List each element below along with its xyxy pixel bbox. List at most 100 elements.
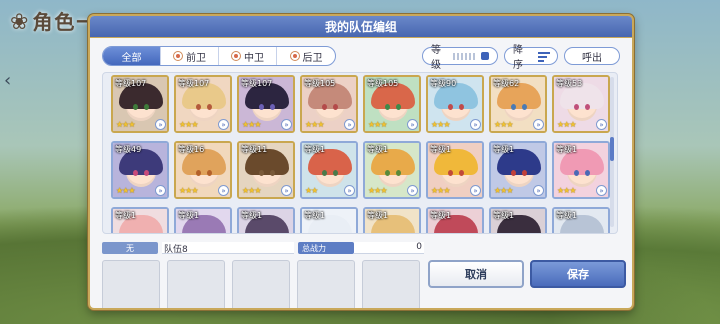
character-card[interactable]: 等级107 ★★★ » (111, 75, 169, 133)
team-slot[interactable] (297, 260, 355, 308)
star-rating: ★★★ (368, 186, 387, 195)
star-rating: ★★★ (431, 120, 450, 129)
team-slot[interactable] (362, 260, 420, 308)
character-card[interactable]: 等级1 » (489, 207, 547, 233)
character-eye (259, 170, 264, 176)
character-eye (196, 104, 201, 110)
character-card[interactable]: 等级105 ★★★ » (363, 75, 421, 133)
character-level: 等级1 (241, 211, 263, 220)
star-rating: ★★★ (368, 120, 387, 129)
roster-scrollbar[interactable] (610, 77, 614, 227)
character-level: 等级1 (367, 145, 389, 154)
character-card[interactable]: 等级62 ★★★ » (489, 75, 547, 133)
rank-icon: » (470, 119, 481, 130)
character-eye (574, 104, 579, 110)
character-eye (459, 104, 464, 110)
toolbar-right: 等级 降序 呼出 (422, 45, 620, 71)
filter-toggle-icon (481, 52, 489, 60)
character-eye (511, 170, 516, 176)
character-card[interactable]: 等级1 ★★★ » (552, 141, 610, 199)
character-level: 等级1 (556, 145, 578, 154)
middle-position-icon (231, 51, 241, 61)
character-level: 等级90 (430, 79, 457, 88)
character-card[interactable]: 等级16 ★★★ » (174, 141, 232, 199)
star-rating: ★★★ (179, 186, 198, 195)
character-level: 等级1 (556, 211, 578, 220)
background-screen-title: ❀ 角色一 (10, 6, 98, 35)
star-rating: ★★★ (242, 120, 261, 129)
character-eye (270, 170, 275, 176)
roster-scrollbar-thumb[interactable] (610, 137, 614, 161)
character-eye (522, 170, 527, 176)
star-rating: ★★★ (116, 120, 135, 129)
dialog-title: 我的队伍编组 (90, 16, 632, 38)
chevron-left-icon[interactable]: ‹ (4, 70, 18, 94)
character-card[interactable]: 等级90 ★★★ » (426, 75, 484, 133)
star-rating: ★★★ (242, 186, 261, 195)
star-rating: ★★★ (494, 120, 513, 129)
character-card[interactable]: 等级1 ★★ » (300, 141, 358, 199)
character-eye (333, 104, 338, 110)
character-level: 等级1 (304, 145, 326, 154)
team-slot[interactable] (167, 260, 225, 308)
character-card[interactable]: 等级1 » (426, 207, 484, 233)
rank-icon: » (533, 119, 544, 130)
star-rating: ★★★ (179, 120, 198, 129)
character-eye (207, 170, 212, 176)
call-out-button[interactable]: 呼出 (564, 47, 620, 65)
character-card[interactable]: 等级1 » (174, 207, 232, 233)
star-rating: ★★★ (116, 186, 135, 195)
character-eye (259, 104, 264, 110)
character-card[interactable]: 等级1 » (363, 207, 421, 233)
tab-middle[interactable]: 中卫 (219, 47, 277, 65)
tab-all[interactable]: 全部 (103, 47, 161, 65)
rank-icon: » (596, 185, 607, 196)
character-card[interactable]: 等级49 ★★★ » (111, 141, 169, 199)
character-eye (511, 104, 516, 110)
roster-grid: 等级107 ★★★ » 等级107 ★★★ » 等级107 ★★★ » 等级10… (111, 75, 610, 233)
position-tabs: 全部 前卫 中卫 后卫 (102, 46, 336, 66)
team-slots (102, 260, 420, 308)
character-card[interactable]: 等级53 ★★★ » (552, 75, 610, 133)
star-rating: ★★ (305, 186, 318, 195)
character-card[interactable]: 等级1 ★★★ » (426, 141, 484, 199)
rank-icon: » (407, 119, 418, 130)
character-card[interactable]: 等级1 » (300, 207, 358, 233)
character-level: 等级1 (304, 211, 326, 220)
save-button[interactable]: 保存 (530, 260, 626, 288)
tab-front[interactable]: 前卫 (161, 47, 219, 65)
character-card[interactable]: 等级105 ★★★ » (300, 75, 358, 133)
character-level: 等级16 (178, 145, 205, 154)
character-card[interactable]: 等级1 ★★★ » (363, 141, 421, 199)
front-position-icon (173, 51, 183, 61)
character-roster: 等级107 ★★★ » 等级107 ★★★ » 等级107 ★★★ » 等级10… (102, 72, 618, 234)
team-slot[interactable] (102, 260, 160, 308)
character-level: 等级49 (115, 145, 142, 154)
character-card[interactable]: 等级1 » (237, 207, 295, 233)
star-rating: ★★★ (305, 120, 324, 129)
level-filter-button[interactable]: 等级 (422, 45, 498, 71)
character-eye (333, 170, 338, 176)
sort-order-button[interactable]: 降序 (504, 45, 558, 71)
character-level: 等级62 (493, 79, 520, 88)
cancel-button[interactable]: 取消 (428, 260, 524, 288)
team-slot[interactable] (232, 260, 290, 308)
character-card[interactable]: 等级11 ★★★ » (237, 141, 295, 199)
character-card[interactable]: 等级107 ★★★ » (237, 75, 295, 133)
character-level: 等级1 (493, 145, 515, 154)
character-card[interactable]: 等级1 ★★★ » (489, 141, 547, 199)
character-card[interactable]: 等级107 ★★★ » (174, 75, 232, 133)
level-filter-label: 等级 (431, 45, 441, 71)
character-level: 等级11 (241, 145, 268, 154)
character-eye (322, 104, 327, 110)
character-level: 等级1 (178, 211, 200, 220)
tab-back[interactable]: 后卫 (277, 47, 335, 65)
character-eye (133, 170, 138, 176)
character-card[interactable]: 等级1 » (552, 207, 610, 233)
character-card[interactable]: 等级1 » (111, 207, 169, 233)
team-name: 队伍8 (162, 242, 294, 255)
character-eye (522, 104, 527, 110)
rank-icon: » (407, 185, 418, 196)
rank-icon: » (155, 185, 166, 196)
character-level: 等级105 (367, 79, 399, 88)
